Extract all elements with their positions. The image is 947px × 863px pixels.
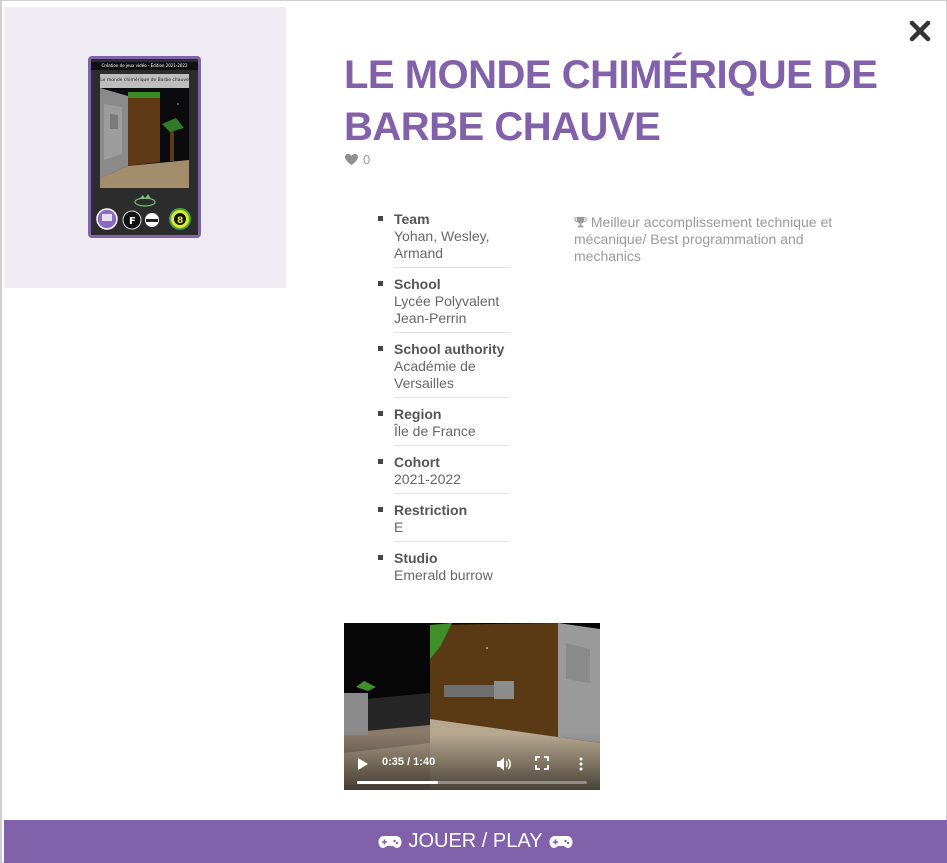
detail-label: School authority xyxy=(394,341,505,357)
card-screenshot: Le monde chimérique de Barbe chauve xyxy=(100,74,189,188)
close-button[interactable] xyxy=(907,18,933,44)
detail-value: Yohan, Wesley, Armand xyxy=(394,228,490,261)
like-count: 0 xyxy=(363,152,371,167)
detail-label: Team xyxy=(394,211,430,227)
divider xyxy=(394,493,509,494)
play-button-label: JOUER / PLAY xyxy=(408,830,543,852)
detail-value: Île de France xyxy=(394,423,476,439)
detail-value: Lycée Polyvalent Jean-Perrin xyxy=(394,293,500,326)
detail-value: 2021-2022 xyxy=(394,471,461,487)
video-progress-fill xyxy=(357,781,438,784)
game-modal: Création de jeux vidéo - Édition 2021-20… xyxy=(0,0,947,863)
gamepad-icon xyxy=(549,835,573,848)
studio-logo xyxy=(134,194,156,207)
award-text: Meilleur accomplissement technique et mé… xyxy=(574,214,833,264)
detail-region: Region Île de France xyxy=(378,404,509,446)
detail-value: Académie de Versailles xyxy=(394,358,476,391)
volume-icon[interactable] xyxy=(496,756,512,772)
video-player[interactable]: 0:35 / 1:40 xyxy=(344,623,600,790)
detail-label: Restriction xyxy=(394,502,468,518)
video-progress-bar[interactable] xyxy=(357,781,587,784)
heart-icon xyxy=(345,153,358,166)
detail-value: E xyxy=(394,519,404,535)
divider xyxy=(394,541,509,542)
divider xyxy=(394,267,509,268)
list-bullet xyxy=(378,216,383,221)
cover-panel: Création de jeux vidéo - Édition 2021-20… xyxy=(4,7,286,288)
list-bullet xyxy=(378,555,383,560)
svg-text:F: F xyxy=(129,216,136,227)
like-button[interactable]: 0 xyxy=(344,152,370,167)
close-icon xyxy=(909,20,931,42)
game-card-image: Création de jeux vidéo - Édition 2021-20… xyxy=(88,56,201,238)
list-bullet xyxy=(378,507,383,512)
card-logos: F 8 xyxy=(91,192,198,236)
card-banner: Création de jeux vidéo - Édition 2021-20… xyxy=(91,62,198,70)
card-screenshot-caption: Le monde chimérique de Barbe chauve xyxy=(100,74,189,88)
play-button[interactable]: JOUER / PLAY xyxy=(4,820,947,863)
detail-label: Studio xyxy=(394,550,438,566)
list-bullet xyxy=(378,411,383,416)
detail-studio: Studio Emerald burrow xyxy=(378,548,509,589)
divider xyxy=(394,397,509,398)
detail-school-authority: School authority Académie de Versailles xyxy=(378,339,509,398)
detail-team: Team Yohan, Wesley, Armand xyxy=(378,209,509,268)
detail-label: Region xyxy=(394,406,442,422)
gamepad-icon xyxy=(378,835,402,848)
game-title: LE MONDE CHIMÉRIQUE DE BARBE CHAUVE xyxy=(344,53,878,149)
svg-text:8: 8 xyxy=(177,216,183,226)
detail-restriction: Restriction E xyxy=(378,500,509,542)
detail-label: School xyxy=(394,276,441,292)
trophy-icon xyxy=(574,216,587,228)
list-bullet xyxy=(378,281,383,286)
detail-cohort: Cohort 2021-2022 xyxy=(378,452,509,494)
detail-school: School Lycée Polyvalent Jean-Perrin xyxy=(378,274,509,333)
more-options-icon[interactable] xyxy=(577,756,585,772)
divider xyxy=(394,445,509,446)
fullscreen-icon[interactable] xyxy=(535,756,549,770)
video-time: 0:35 / 1:40 xyxy=(382,756,436,768)
divider xyxy=(394,332,509,333)
game-details-list: Team Yohan, Wesley, Armand School Lycée … xyxy=(378,209,509,589)
video-controls: 0:35 / 1:40 xyxy=(344,734,600,790)
award: Meilleur accomplissement technique et mé… xyxy=(574,214,854,265)
play-icon[interactable] xyxy=(358,758,368,770)
list-bullet xyxy=(378,346,383,351)
detail-value: Emerald burrow xyxy=(394,567,493,583)
detail-label: Cohort xyxy=(394,454,440,470)
list-bullet xyxy=(378,459,383,464)
